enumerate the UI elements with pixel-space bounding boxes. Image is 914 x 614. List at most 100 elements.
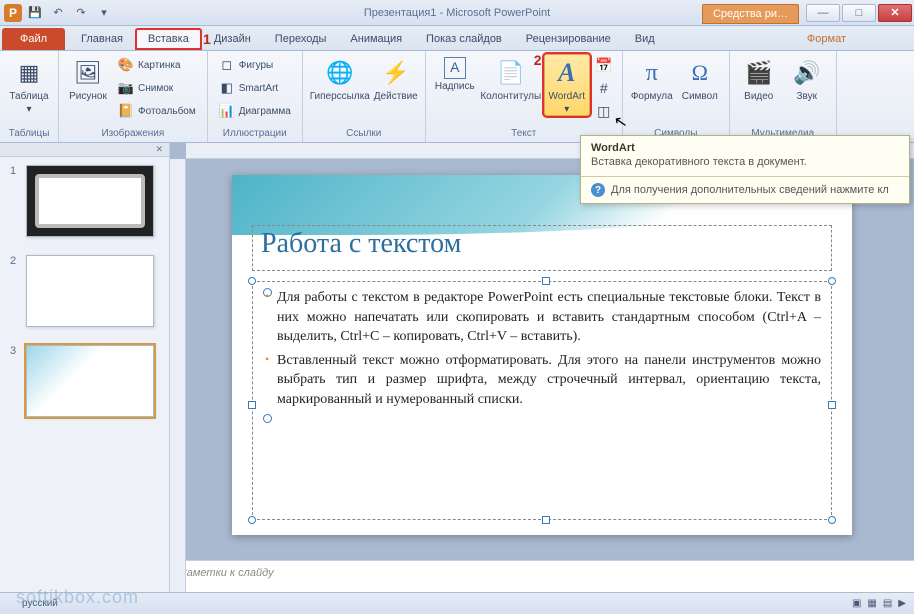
view-slideshow-icon[interactable]: ▶ xyxy=(898,598,906,609)
equation-button[interactable]: π Формула xyxy=(629,54,675,103)
thumbnails-pane: ✕ 1 2 3 xyxy=(0,143,170,592)
bullet-item: Для работы с текстом в редакторе PowerPo… xyxy=(263,288,821,347)
table-label: Таблица xyxy=(9,91,48,102)
tab-view[interactable]: Вид xyxy=(623,28,667,50)
save-icon[interactable]: 💾 xyxy=(25,3,45,23)
action-icon: ⚡ xyxy=(380,57,412,89)
status-bar: русский ▣ ▦ ▤ ▶ xyxy=(0,592,914,614)
app-icon[interactable]: P xyxy=(4,4,22,22)
thumbnail-slide[interactable] xyxy=(26,345,154,417)
hyperlink-button[interactable]: 🌐 Гиперссылка xyxy=(309,54,371,103)
object-button[interactable]: ◫ xyxy=(592,100,616,122)
group-images: 🖼 Рисунок 🎨Картинка 📷Снимок 📔Фотоальбом … xyxy=(59,51,208,142)
headerfooter-label: Колонтитулы xyxy=(480,91,541,102)
ribbon-tabs: Файл Главная Вставка 1 Дизайн Переходы А… xyxy=(0,26,914,51)
table-button[interactable]: ▦ Таблица ▾ xyxy=(6,54,52,116)
close-button[interactable]: ✕ xyxy=(878,4,912,22)
headerfooter-button[interactable]: 📄 Колонтитулы xyxy=(480,54,542,103)
group-tables: ▦ Таблица ▾ Таблицы xyxy=(0,51,59,142)
slide-area[interactable]: Работа с текстом Для работы с текстом в … xyxy=(170,159,914,560)
view-reading-icon[interactable]: ▤ xyxy=(883,598,892,609)
slidenumber-button[interactable]: # xyxy=(592,77,616,99)
notes-pane[interactable]: Заметки к слайду xyxy=(170,560,914,592)
group-symbols: π Формула Ω Символ Символы xyxy=(623,51,730,142)
album-icon: 📔 xyxy=(118,103,134,119)
thumbnails-header[interactable]: ✕ xyxy=(0,143,169,157)
tab-insert-label: Вставка xyxy=(148,33,189,45)
callout-1: 1 xyxy=(203,31,211,47)
tab-animation[interactable]: Анимация xyxy=(338,28,414,50)
symbol-icon: Ω xyxy=(684,57,716,89)
video-button[interactable]: 🎬 Видео xyxy=(736,54,782,103)
thumbnail-slide[interactable] xyxy=(26,165,154,237)
clipart-icon: 🎨 xyxy=(118,57,134,73)
thumbnail-number: 1 xyxy=(10,165,20,237)
tab-slideshow[interactable]: Показ слайдов xyxy=(414,28,514,50)
thumbnails-list[interactable]: 1 2 3 xyxy=(0,157,169,443)
hyperlink-label: Гиперссылка xyxy=(310,91,370,102)
datetime-button[interactable]: 📅 xyxy=(592,54,616,76)
thumbnail-row[interactable]: 1 xyxy=(10,165,159,237)
wordart-label: WordArt xyxy=(549,91,586,102)
screenshot-icon: 📷 xyxy=(118,80,134,96)
tab-insert[interactable]: Вставка 1 xyxy=(135,28,202,50)
undo-icon[interactable]: ↶ xyxy=(48,3,68,23)
symbol-button[interactable]: Ω Символ xyxy=(677,54,723,103)
tooltip-body: Вставка декоративного текста в документ. xyxy=(581,156,909,176)
title-textbox[interactable]: Работа с текстом xyxy=(252,225,832,271)
equation-icon: π xyxy=(636,57,668,89)
action-button[interactable]: ⚡ Действие xyxy=(373,54,419,103)
picture-button[interactable]: 🖼 Рисунок xyxy=(65,54,111,103)
table-icon: ▦ xyxy=(13,57,45,89)
chart-icon: 📊 xyxy=(219,103,235,119)
help-icon: ? xyxy=(591,183,605,197)
screenshot-button[interactable]: 📷Снимок xyxy=(113,77,201,99)
clipart-button[interactable]: 🎨Картинка xyxy=(113,54,201,76)
redo-icon[interactable]: ↷ xyxy=(71,3,91,23)
symbol-label: Символ xyxy=(682,91,718,102)
group-illustrations-label: Иллюстрации xyxy=(214,126,296,142)
action-label: Действие xyxy=(374,91,418,102)
slide[interactable]: Работа с текстом Для работы с текстом в … xyxy=(232,175,852,535)
tooltip-help: ? Для получения дополнительных сведений … xyxy=(581,176,909,203)
group-images-label: Изображения xyxy=(65,126,201,142)
thumbnail-row[interactable]: 3 xyxy=(10,345,159,417)
minimize-button[interactable]: — xyxy=(806,4,840,22)
tooltip-help-text: Для получения дополнительных сведений на… xyxy=(611,184,889,196)
contextual-tab-header: Средства ри… xyxy=(702,4,799,24)
chevron-down-icon: ▾ xyxy=(564,104,569,115)
tab-format[interactable]: Формат xyxy=(789,28,864,50)
shapes-button[interactable]: ◻Фигуры xyxy=(214,54,296,76)
status-language[interactable]: русский xyxy=(22,598,58,609)
tab-home[interactable]: Главная xyxy=(69,28,135,50)
qat-customize-icon[interactable]: ▾ xyxy=(94,3,114,23)
chevron-down-icon: ▾ xyxy=(26,104,31,115)
view-normal-icon[interactable]: ▣ xyxy=(852,598,861,609)
view-sorter-icon[interactable]: ▦ xyxy=(867,598,876,609)
title-bar: P 💾 ↶ ↷ ▾ Презентация1 - Microsoft Power… xyxy=(0,0,914,26)
thumbnail-slide[interactable] xyxy=(26,255,154,327)
audio-label: Звук xyxy=(797,91,818,102)
group-text: A Надпись 📄 Колонтитулы 2 A WordArt ▾ 📅 … xyxy=(426,51,623,142)
tab-transitions[interactable]: Переходы xyxy=(263,28,339,50)
tab-review[interactable]: Рецензирование xyxy=(514,28,623,50)
audio-button[interactable]: 🔊 Звук xyxy=(784,54,830,103)
chart-button[interactable]: 📊Диаграмма xyxy=(214,100,296,122)
thumbnail-row[interactable]: 2 xyxy=(10,255,159,327)
thumbnail-number: 3 xyxy=(10,345,20,417)
tooltip-title: WordArt xyxy=(581,136,909,156)
maximize-button[interactable]: □ xyxy=(842,4,876,22)
video-label: Видео xyxy=(744,91,773,102)
group-media: 🎬 Видео 🔊 Звук Мультимедиа xyxy=(730,51,837,142)
content-textbox[interactable]: Для работы с текстом в редакторе PowerPo… xyxy=(252,281,832,520)
textbox-button[interactable]: A Надпись xyxy=(432,54,478,93)
group-links: 🌐 Гиперссылка ⚡ Действие Ссылки xyxy=(303,51,426,142)
group-illustrations: ◻Фигуры ◧SmartArt 📊Диаграмма Иллюстрации xyxy=(208,51,303,142)
wordart-icon: A xyxy=(551,57,583,89)
photoalbum-button[interactable]: 📔Фотоальбом xyxy=(113,100,201,122)
smartart-button[interactable]: ◧SmartArt xyxy=(214,77,296,99)
shapes-icon: ◻ xyxy=(219,57,235,73)
wordart-button[interactable]: A WordArt ▾ xyxy=(544,54,590,116)
group-links-label: Ссылки xyxy=(309,126,419,142)
file-tab[interactable]: Файл xyxy=(2,28,65,50)
